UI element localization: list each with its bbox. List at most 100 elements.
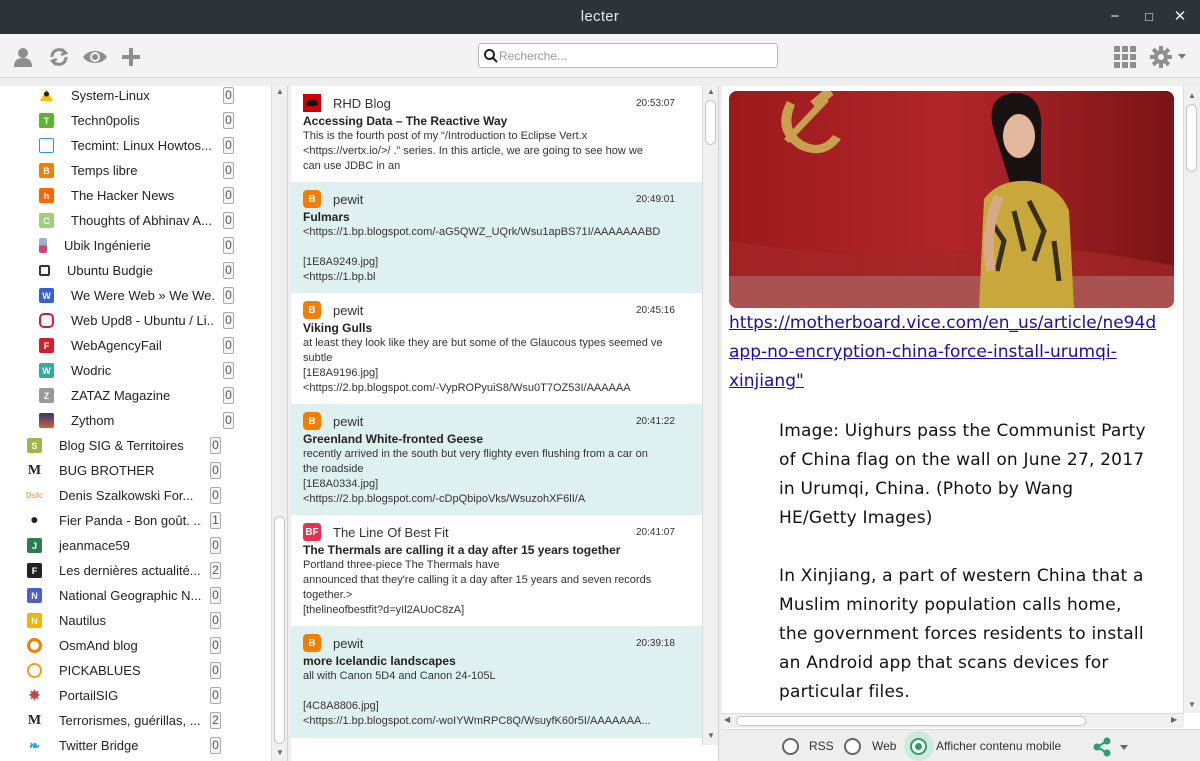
unread-count-badge: 0 (223, 387, 234, 404)
article-link-line-2[interactable]: app-no-encryption-china-force-install-ur… (729, 342, 1117, 362)
feed-item[interactable]: Jjeanmace59 0 (27, 533, 222, 558)
content-vertical-scrollbar[interactable]: ▲ ▼ (1183, 86, 1200, 713)
main-toolbar (0, 34, 1200, 78)
scroll-left-icon[interactable]: ◀ (724, 715, 730, 724)
nautilus-icon: N (27, 613, 42, 628)
search-input[interactable] (499, 46, 769, 65)
scrollbar-thumb[interactable] (274, 516, 285, 744)
web-radio[interactable] (844, 738, 861, 755)
feed-item[interactable]: h The Hacker News 0 (39, 183, 235, 208)
feed-item[interactable]: Z ZATAZ Magazine 0 (39, 383, 235, 408)
feed-item[interactable]: Ubik Ingénierie 0 (39, 233, 235, 258)
search-box[interactable] (478, 43, 778, 68)
article-list-scrollbar[interactable]: ▲ ▼ (702, 86, 718, 745)
article-item[interactable]: Bpewit 20:39:18 more Icelandic landscapes a… (291, 626, 702, 738)
article-title: Greenland White-fronted Geese (303, 432, 484, 446)
maximize-button[interactable]: □ (1139, 8, 1159, 26)
unread-count-badge: 0 (210, 587, 221, 604)
feed-item[interactable]: PICKABLUES 0 (27, 658, 222, 683)
w-icon: W (39, 288, 54, 303)
scroll-right-icon[interactable]: ▶ (1171, 715, 1177, 724)
article-link-line-1[interactable]: https://motherboard.vice.com/en_us/artic… (729, 313, 1156, 333)
image-caption: Image: Uighurs pass the Communist Party … (779, 421, 1146, 528)
minimize-button[interactable]: − (1105, 8, 1125, 26)
article-excerpt: recently arrived in the south but very f… (303, 448, 648, 505)
scroll-up-icon[interactable]: ▲ (703, 86, 718, 98)
scroll-down-icon[interactable]: ▼ (1184, 699, 1200, 711)
feed-label: WebAgencyFail (71, 338, 162, 353)
gear-icon[interactable] (1148, 44, 1188, 70)
feed-item[interactable]: F WebAgencyFail 0 (39, 333, 235, 358)
scrollbar-thumb[interactable] (705, 100, 716, 145)
refresh-icon[interactable] (46, 44, 72, 70)
scroll-up-icon[interactable]: ▲ (1184, 90, 1200, 102)
feed-label: Blog SIG & Territoires (59, 438, 184, 453)
rss-label[interactable]: RSS (809, 739, 834, 753)
panda-icon: ● (30, 512, 39, 528)
feed-item[interactable]: W Wodric 0 (39, 358, 235, 383)
feed-item[interactable]: ● Fier Panda - Bon goût. ... 1 (27, 508, 222, 533)
feed-item[interactable]: System-Linux 0 (39, 86, 235, 108)
article-item[interactable]: RHD Blog 20:53:07 Accessing Data – The Rea… (291, 86, 702, 182)
rss-radio[interactable] (782, 738, 799, 755)
feed-item[interactable]: M BUG BROTHER 0 (27, 458, 222, 483)
add-icon[interactable] (118, 44, 144, 70)
grid-icon[interactable] (1112, 44, 1138, 70)
web-label[interactable]: Web (872, 739, 896, 753)
feed-item[interactable]: N National Geographic N... 0 (27, 583, 222, 608)
close-button[interactable]: ✕ (1170, 8, 1190, 26)
redhat-icon (303, 94, 321, 112)
feed-item[interactable]: T Techn0polis 0 (39, 108, 235, 133)
eye-icon[interactable] (81, 44, 109, 70)
article-item[interactable]: Bpewit 20:45:16 Viking Gulls at least they … (291, 293, 702, 404)
article-link[interactable]: https://motherboard.vice.com/en_us/artic… (729, 309, 1184, 396)
feed-item[interactable]: N Nautilus 0 (27, 608, 222, 633)
feed-item[interactable]: B Temps libre 0 (39, 158, 235, 183)
feed-label: Zythom (71, 413, 115, 428)
content-horizontal-scrollbar[interactable]: ◀ ▶ (722, 713, 1184, 728)
tecmint-icon (39, 138, 54, 153)
feed-item[interactable]: Tecmint: Linux Howtos... 0 (39, 133, 235, 158)
mobile-content-label[interactable]: Afficher contenu mobile (936, 739, 1061, 753)
feed-label: System-Linux (71, 88, 150, 103)
feed-item[interactable]: S Blog SIG & Territoires 0 (27, 433, 222, 458)
feed-item[interactable]: Ubuntu Budgie 0 (39, 258, 235, 283)
article-time: 20:49:01 (636, 194, 675, 205)
article-source: pewit (333, 192, 364, 207)
blogger-icon: B (303, 301, 321, 319)
article-excerpt: at least they look like they are but som… (303, 337, 663, 394)
feed-item[interactable]: F Les dernières actualité... 2 (27, 558, 222, 583)
feed-item[interactable]: C Thoughts of Abhinav A... 0 (39, 208, 235, 233)
scroll-down-icon[interactable]: ▼ (272, 747, 287, 759)
feed-item[interactable]: ✸ PortailSIG 0 (27, 683, 222, 708)
feed-label: Web Upd8 - Ubuntu / Li... (71, 313, 215, 328)
unread-count-badge: 0 (223, 187, 234, 204)
webagencyfail-icon: F (39, 338, 54, 353)
article-item[interactable]: BF The Line Of Best Fit 20:41:07 The Therma… (291, 515, 702, 626)
feed-item[interactable]: M Terrorismes, guérillas, ... 2 (27, 708, 222, 733)
scrollbar-thumb[interactable] (736, 716, 1086, 726)
article-item[interactable]: Bpewit 20:49:01 Fulmars <https://1.bp.blogs… (291, 182, 702, 293)
scroll-down-icon[interactable]: ▼ (703, 730, 718, 742)
feed-item[interactable]: Web Upd8 - Ubuntu / Li... 0 (39, 308, 235, 333)
user-icon[interactable] (10, 44, 36, 70)
article-source: The Line Of Best Fit (333, 525, 449, 540)
wodric-icon: W (39, 363, 54, 378)
article-item[interactable]: Bpewit 20:41:22 Greenland White-fronted Ge… (291, 404, 702, 515)
feed-item[interactable]: Zythom 0 (39, 408, 235, 433)
feed-label: Thoughts of Abhinav A... (71, 213, 212, 228)
unread-count-badge: 0 (210, 737, 221, 754)
article-link-line-3[interactable]: xinjiang (729, 371, 796, 391)
feed-item[interactable]: ❧ Twitter Bridge 0 (27, 733, 222, 758)
mobile-content-radio[interactable] (910, 738, 927, 755)
unread-count-badge: 0 (210, 612, 221, 629)
feed-label: Ubuntu Budgie (67, 263, 154, 278)
feed-list-scrollbar[interactable]: ▲ ▼ (271, 86, 287, 761)
scrollbar-thumb[interactable] (1186, 104, 1197, 172)
share-icon[interactable] (1092, 737, 1132, 757)
feed-item[interactable]: W We Were Web » We We... 0 (39, 283, 235, 308)
feed-item[interactable]: Dsfc Denis Szalkowski For... 0 (26, 483, 222, 508)
feed-label: Wodric (71, 363, 112, 378)
feed-item[interactable]: OsmAnd blog 0 (27, 633, 222, 658)
scroll-up-icon[interactable]: ▲ (272, 86, 287, 98)
